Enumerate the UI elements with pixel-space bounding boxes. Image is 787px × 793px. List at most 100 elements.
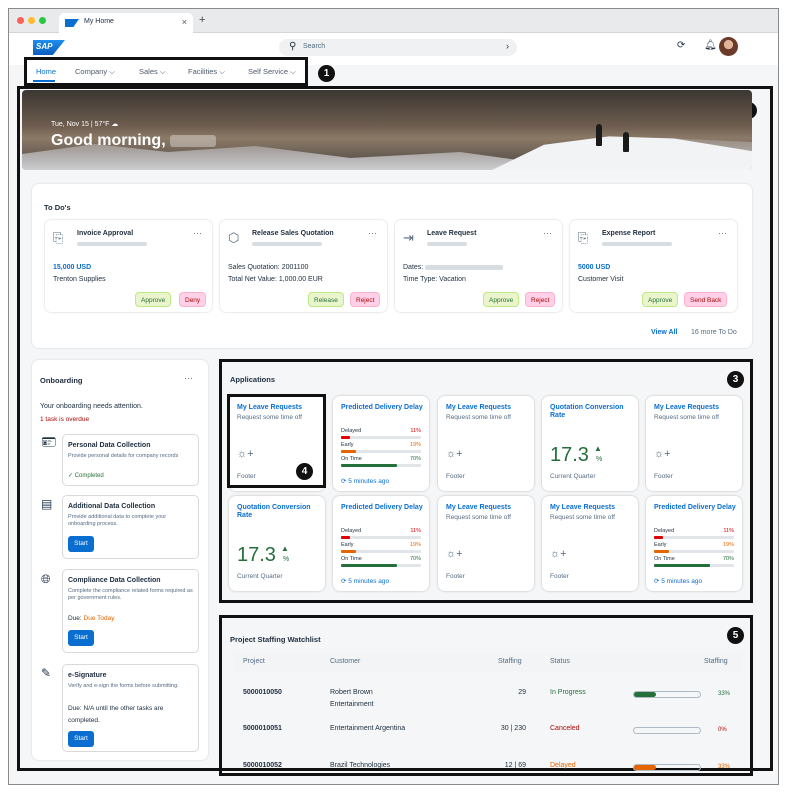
reject-button[interactable]: Reject (525, 292, 556, 307)
progress-fill (634, 692, 656, 697)
bar-label: Delayed (341, 428, 362, 434)
nav-sales-label: Sales (139, 67, 158, 76)
search-field[interactable]: ⚲ Search › (279, 39, 517, 56)
step-desc: Provide personal details for company rec… (68, 453, 179, 459)
approve-button[interactable]: Approve (642, 292, 679, 307)
bar-percent: 11% (410, 528, 421, 534)
callout-3: 3 (727, 371, 744, 388)
overdue-text: 1 task is overdue (40, 416, 90, 423)
nav-self-service-label: Self Service (248, 67, 289, 76)
cell-status: In Progress (550, 689, 586, 696)
app-tile-leave[interactable]: My Leave Requests Request some time off ☼+… (542, 496, 638, 591)
refresh-timestamp: ⟳ 5 minutes ago (341, 577, 389, 585)
kpi-value: 17.3 (237, 544, 276, 566)
app-tile-delivery[interactable]: Predicted Delivery Delay Delayed 11% Early 1… (333, 496, 429, 591)
cell-staffing: 30 | 230 (500, 725, 526, 732)
more-icon[interactable]: ··· (193, 228, 202, 238)
cell-staffing: 12 | 69 (504, 762, 526, 769)
reject-button[interactable]: Reject (350, 292, 381, 307)
column-header-customer[interactable]: Customer (330, 658, 360, 665)
nav-sales[interactable]: Sales ⌵ (139, 67, 166, 77)
app-tile-leave[interactable]: My Leave Requests Request some time off ☼+… (438, 496, 534, 591)
app-tile-quote[interactable]: Quotation Conversion Rate 17.3 ▲% Current Q… (542, 396, 638, 491)
send-back-button[interactable]: Send Back (684, 292, 728, 307)
todo-leave-request[interactable]: ⇥ Leave Request ··· Dates: Time Type: Va… (395, 220, 562, 312)
more-icon[interactable]: ··· (543, 228, 552, 238)
tile-footer: Current Quarter (550, 473, 596, 480)
column-header-staffing[interactable]: Staffing (498, 658, 522, 665)
step-additional-data[interactable]: Additional Data Collection Provide addit… (62, 495, 199, 559)
expense-icon: ⎘ (578, 230, 589, 245)
staffing-progress-bar (633, 764, 701, 771)
blurred-subtitle (427, 242, 467, 246)
top-navigation: Home Company ⌵ Sales ⌵ Facilities ⌵ Self… (24, 57, 308, 86)
nav-home[interactable]: Home (36, 67, 56, 76)
release-button[interactable]: Release (308, 292, 344, 307)
todo-detail: Total Net Value: 1,000.00 EUR (228, 276, 323, 283)
start-button[interactable]: Start (68, 630, 94, 646)
blurred-username (170, 134, 217, 147)
start-button[interactable]: Start (68, 536, 94, 552)
close-tab-icon[interactable]: × (182, 17, 187, 27)
avatar[interactable] (719, 37, 738, 56)
chevron-down-icon: ⌵ (219, 67, 225, 76)
refresh-icon[interactable]: ⟳ (677, 40, 685, 51)
cell-customer: Entertainment Argentina (330, 725, 406, 732)
bar-track (341, 550, 421, 553)
bar-percent: 70% (409, 456, 421, 462)
column-header-staffing-progress[interactable]: Staffing (704, 658, 728, 665)
column-header-project[interactable]: Project (243, 658, 265, 665)
more-icon[interactable]: ··· (368, 228, 377, 238)
step-compliance-data[interactable]: Compliance Data Collection Complete the … (62, 569, 199, 653)
app-tile-leave[interactable]: My Leave Requests Request some time off ☼+… (438, 396, 534, 491)
minimize-window-dot[interactable] (28, 17, 35, 24)
sun-plus-icon: ☼+ (654, 448, 671, 460)
todo-release-sales-quotation[interactable]: ⬡ Release Sales Quotation ··· Sales Quot… (220, 220, 387, 312)
nav-facilities[interactable]: Facilities ⌵ (188, 67, 225, 77)
signature-pen-icon: ✎ (41, 666, 52, 680)
start-button[interactable]: Start (68, 731, 94, 747)
bar-label: On Time (341, 456, 362, 462)
step-desc: Complete the compliance related forms re… (68, 588, 193, 601)
todo-detail: Time Type: Vacation (403, 276, 466, 283)
close-window-dot[interactable] (17, 17, 24, 24)
app-tile-leave[interactable]: My Leave Requests Request some time off ☼+… (646, 396, 742, 491)
more-icon[interactable]: ··· (718, 228, 727, 238)
maximize-window-dot[interactable] (39, 17, 46, 24)
tile-title: Predicted Delivery Delay (341, 504, 423, 511)
browser-tab[interactable]: My Home × (59, 13, 193, 33)
step-due: Due: N/A until the other tasks are compl… (68, 703, 196, 727)
tile-footer: Footer (446, 573, 465, 580)
browser-chrome: My Home × + (9, 9, 778, 33)
nav-company[interactable]: Company ⌵ (75, 67, 115, 77)
chevron-down-icon: ⌵ (290, 67, 296, 76)
todo-expense-report[interactable]: ⎘ Expense Report ··· 5000 USD Customer V… (570, 220, 737, 312)
view-all-link[interactable]: View All (651, 329, 677, 336)
tile-title: Predicted Delivery Delay (654, 504, 736, 511)
progress-percent: 0% (718, 727, 727, 733)
approve-button[interactable]: Approve (483, 292, 520, 307)
cell-staffing: 29 (518, 689, 526, 696)
search-submit-icon[interactable]: › (506, 41, 509, 51)
todo-title: Expense Report (602, 230, 656, 237)
app-tile-delivery[interactable]: Predicted Delivery Delay Delayed 11% Early 1… (333, 396, 429, 491)
cell-status: Delayed (550, 762, 576, 769)
nav-self-service[interactable]: Self Service ⌵ (248, 67, 296, 77)
callout-5: 5 (727, 627, 744, 644)
step-title: Personal Data Collection (68, 442, 151, 449)
deny-button[interactable]: Deny (179, 292, 207, 307)
document-icon: ▤ (41, 497, 53, 511)
new-tab-icon[interactable]: + (199, 14, 205, 26)
due-label: Due: (68, 615, 82, 622)
column-header-status[interactable]: Status (550, 658, 570, 665)
todo-invoice-approval[interactable]: ⎘ Invoice Approval ··· 15,000 USD Trento… (45, 220, 212, 312)
app-tile-quote[interactable]: Quotation Conversion Rate 17.3 ▲% Current Q… (229, 496, 325, 591)
more-icon[interactable]: ··· (184, 373, 193, 383)
bell-icon[interactable]: 🔔︎ (704, 40, 717, 51)
approve-button[interactable]: Approve (135, 292, 172, 307)
step-personal-data[interactable]: Personal Data Collection Provide persona… (62, 434, 199, 486)
callout-1: 1 (318, 65, 335, 82)
app-tile-delivery[interactable]: Predicted Delivery Delay Delayed 11% Early 1… (646, 496, 742, 591)
step-e-signature[interactable]: e-Signature Verify and e-sign the forms … (62, 664, 199, 752)
sap-logo[interactable]: SAP (33, 40, 65, 55)
